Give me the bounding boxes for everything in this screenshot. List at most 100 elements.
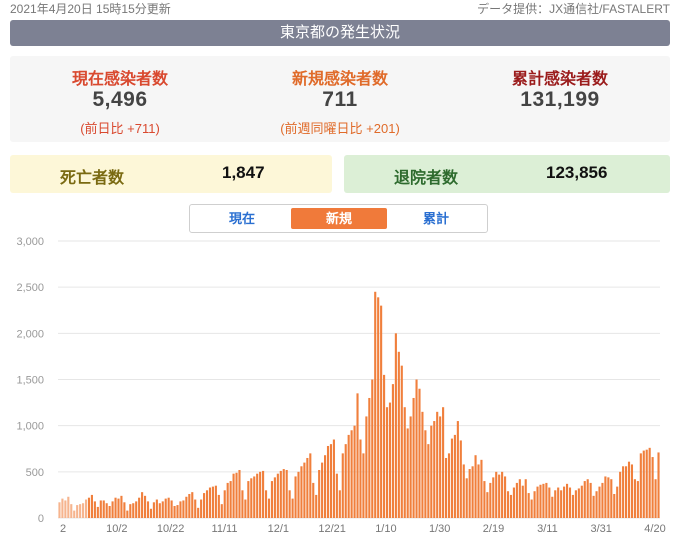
chart-bar — [574, 490, 577, 518]
chart-bar — [329, 444, 333, 518]
chart-bar — [571, 494, 574, 518]
chart-bar — [306, 457, 309, 518]
chart-bar — [563, 486, 566, 518]
chart-bar — [427, 444, 430, 518]
chart-bar — [471, 466, 474, 518]
chart-bar — [539, 484, 542, 518]
chart-bar — [114, 497, 117, 518]
chart-bar — [220, 504, 223, 518]
chart-bar — [465, 478, 468, 518]
chart-bar — [486, 492, 489, 518]
chart-bar — [627, 461, 631, 518]
chart-bar — [332, 439, 335, 518]
chart-bar — [504, 476, 507, 518]
chart-bar — [622, 466, 625, 518]
chart-bar — [70, 504, 73, 518]
chart-bar — [79, 504, 82, 518]
chart-bar — [282, 469, 285, 518]
chart-bar — [90, 494, 93, 518]
chart-bar — [353, 425, 356, 518]
chart-bar — [477, 464, 480, 518]
chart-bar — [226, 482, 229, 518]
tab-new[interactable]: 新規 — [291, 208, 387, 229]
current-cases-stat: 現在感染者数 5,496 (前日比 +711) — [10, 56, 230, 136]
chart-bar — [312, 482, 315, 518]
chart-bar — [560, 490, 563, 518]
y-tick-label: 2,000 — [16, 328, 44, 340]
x-tick-label: 1/10 — [375, 523, 396, 535]
chart-bar — [108, 506, 111, 518]
chart-bar — [616, 486, 619, 518]
tab-current[interactable]: 現在 — [194, 208, 290, 229]
discharged-value: 123,856 — [546, 163, 608, 182]
chart-bar — [436, 411, 439, 518]
chart-bar — [344, 444, 347, 518]
chart-bar — [318, 469, 321, 518]
chart-bar — [297, 471, 300, 518]
chart-bar — [397, 351, 400, 518]
chart-bar — [524, 479, 527, 518]
chart-bar — [474, 455, 477, 518]
chart-bar — [406, 428, 409, 518]
chart-bar — [188, 493, 191, 518]
chart-bar — [453, 434, 456, 518]
chart-bar — [630, 464, 634, 518]
chart-bar — [315, 494, 318, 518]
chart-bar — [409, 416, 412, 518]
x-tick-label: 3/31 — [590, 523, 611, 535]
y-tick-label: 3,000 — [16, 236, 44, 248]
chart-bar — [253, 476, 256, 518]
chart-bar — [111, 501, 114, 518]
x-tick-label: 4/20 — [644, 523, 665, 535]
chart-bar — [368, 397, 371, 518]
updated-timestamp: 2021年4月20日 15時15分更新 — [10, 2, 171, 16]
stats-panel: 現在感染者数 5,496 (前日比 +711) 新規感染者数 711 (前週同曜… — [10, 56, 670, 142]
new-cases-chart: 0 500 1,000 1,500 2,000 2,500 3,000 2 10/2 10/22 1… — [16, 236, 665, 535]
chart-tabs: 現在 新規 累計 — [189, 204, 488, 233]
chart-bar — [424, 430, 427, 518]
chart-bar — [380, 305, 383, 518]
chart-bar — [309, 453, 312, 518]
chart-bar — [149, 508, 153, 518]
x-tick-label: 3/11 — [537, 523, 558, 535]
chart-bar — [565, 483, 569, 518]
chart-bar — [102, 500, 105, 518]
chart-bar — [598, 486, 601, 518]
chart-bar — [138, 497, 141, 518]
chart-bar — [521, 485, 524, 518]
chart-bar — [492, 477, 495, 518]
x-tick-label: 12/1 — [268, 523, 289, 535]
chart-bar — [385, 407, 389, 518]
chart-bar — [601, 482, 604, 518]
chart-bar — [185, 496, 188, 518]
chart-bar — [495, 471, 498, 518]
chart-bar — [264, 490, 268, 518]
chart-bar — [182, 500, 185, 518]
chart-bar — [244, 499, 247, 518]
chart-bar — [176, 505, 179, 518]
chart-bar — [300, 466, 303, 518]
chart-bar — [135, 501, 138, 518]
chart-bar — [129, 504, 132, 518]
chart-bar — [67, 496, 70, 518]
chart-bar — [241, 490, 244, 518]
chart-bar — [350, 430, 353, 518]
y-tick-label: 0 — [38, 513, 44, 525]
chart-bar — [530, 499, 533, 518]
chart-bar — [442, 407, 445, 518]
chart-bar — [285, 469, 288, 518]
discharged-label: 退院者数 — [394, 170, 459, 187]
tab-total[interactable]: 累計 — [388, 208, 484, 229]
chart-bar — [64, 500, 67, 518]
chart-bar — [143, 495, 147, 518]
chart-bar — [383, 374, 386, 518]
chart-bar — [456, 421, 459, 518]
chart-bar — [580, 485, 583, 518]
chart-bar — [391, 384, 394, 518]
chart-bar — [291, 498, 294, 518]
chart-bar — [303, 462, 306, 518]
chart-bar — [439, 416, 442, 518]
data-source: データ提供：JX通信社/FASTALERT — [477, 2, 670, 16]
chart-bar — [607, 477, 610, 518]
chart-bar — [374, 291, 377, 518]
